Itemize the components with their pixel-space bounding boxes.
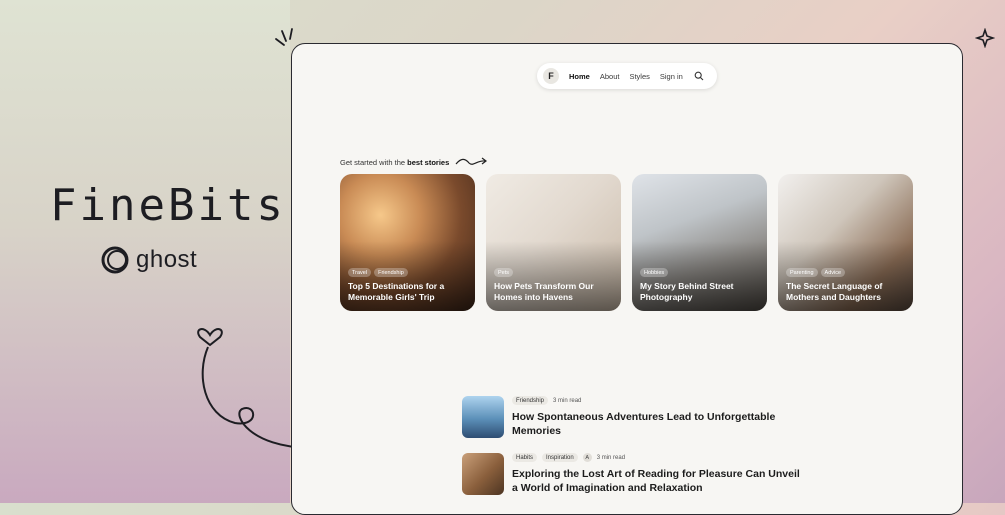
featured-card[interactable]: Travel Friendship Top 5 Destinations for… <box>340 174 475 311</box>
featured-card[interactable]: Pets How Pets Transform Our Homes into H… <box>486 174 621 311</box>
ghost-wordmark: ghost <box>136 246 198 273</box>
tag[interactable]: Travel <box>348 268 372 277</box>
read-time: 3 min read <box>596 454 626 461</box>
article-thumbnail[interactable] <box>462 453 504 495</box>
read-time: 3 min read <box>553 397 582 404</box>
featured-card[interactable]: Hobbies My Story Behind Street Photograp… <box>632 174 767 311</box>
intro-highlight: best stories <box>407 157 450 167</box>
card-title[interactable]: How Pets Transform Our Homes into Havens <box>494 281 615 303</box>
tag[interactable]: Advice <box>820 268 846 277</box>
card-title[interactable]: Top 5 Destinations for a Memorable Girls… <box>348 281 469 303</box>
squiggle-arrow-icon <box>455 157 488 165</box>
nav-styles[interactable]: Styles <box>629 72 649 81</box>
top-navigation: F Home About Styles Sign in <box>537 63 717 89</box>
card-title[interactable]: The Secret Language of Mothers and Daugh… <box>786 281 907 303</box>
article-meta: Friendship 3 min read <box>512 396 802 405</box>
tag[interactable]: Hobbies <box>640 268 669 277</box>
featured-card[interactable]: Parenting Advice The Secret Language of … <box>778 174 913 311</box>
card-title[interactable]: My Story Behind Street Photography <box>640 281 761 303</box>
nav-home[interactable]: Home <box>569 72 590 81</box>
article-thumbnail[interactable] <box>462 396 504 438</box>
brand-name: FineBits <box>50 180 286 231</box>
site-logo[interactable]: F <box>543 68 559 84</box>
article-item[interactable]: Habits Inspiration A 3 min read Explorin… <box>462 453 802 495</box>
tag[interactable]: Friendship <box>512 396 549 405</box>
search-icon[interactable] <box>693 70 705 82</box>
tag[interactable]: Inspiration <box>542 453 578 462</box>
featured-cards: Travel Friendship Top 5 Destinations for… <box>340 174 913 311</box>
ghost-logo: ghost <box>100 245 197 275</box>
intro-prefix: Get started with the <box>340 157 406 167</box>
browser-window: F Home About Styles Sign in Get started … <box>291 43 963 515</box>
nav-sign-in[interactable]: Sign in <box>660 72 683 81</box>
intro-line: Get started with the best stories <box>340 157 489 167</box>
star-sparkle-icon <box>975 28 995 48</box>
tag[interactable]: Friendship <box>374 268 408 277</box>
article-title[interactable]: How Spontaneous Adventures Lead to Unfor… <box>512 410 802 438</box>
tag[interactable]: Habits <box>512 453 538 462</box>
article-title[interactable]: Exploring the Lost Art of Reading for Pl… <box>512 467 802 495</box>
author-avatar[interactable]: A <box>582 453 592 462</box>
tag[interactable]: Parenting <box>786 268 818 277</box>
tag[interactable]: Pets <box>494 268 514 277</box>
article-list: Friendship 3 min read How Spontaneous Ad… <box>462 396 802 510</box>
ghost-circle-icon <box>101 246 129 274</box>
article-item[interactable]: Friendship 3 min read How Spontaneous Ad… <box>462 396 802 438</box>
article-meta: Habits Inspiration A 3 min read <box>512 453 802 462</box>
nav-about[interactable]: About <box>600 72 620 81</box>
